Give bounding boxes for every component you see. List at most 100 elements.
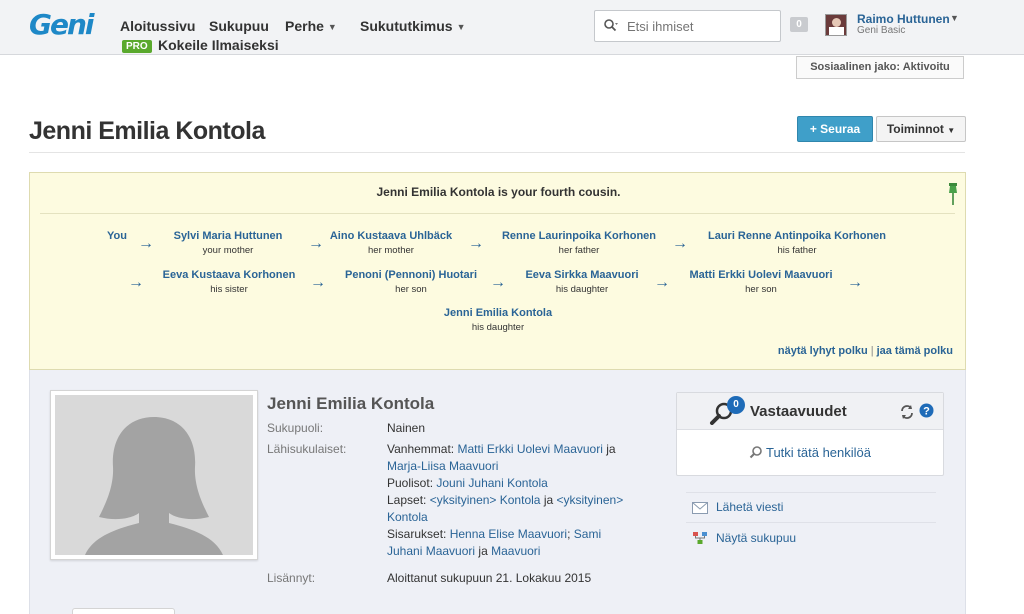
path-node-role: your mother — [202, 245, 254, 256]
path-node[interactable]: Sylvi Maria Huttunen your mother — [174, 229, 283, 258]
relationship-links: näytä lyhyt polku | jaa tämä polku — [778, 345, 953, 357]
relatives-value: Vanhemmat: Matti Erkki Uolevi Maavuori j… — [387, 441, 637, 560]
path-node-name[interactable]: Renne Laurinpoika Korhonen — [502, 229, 656, 243]
conjunction: ja — [606, 442, 616, 456]
nav-family[interactable]: Perhe ▼ — [285, 18, 337, 34]
chevron-down-icon: ▼ — [456, 22, 466, 32]
title-divider — [29, 152, 965, 153]
notification-count-badge[interactable]: 0 — [790, 17, 808, 32]
path-node[interactable]: Eeva Sirkka Maavuori his daughter — [525, 268, 638, 297]
children-row: Lapset: <yksityinen> Kontola ja <yksityi… — [387, 492, 637, 526]
profile-name: Jenni Emilia Kontola — [267, 394, 435, 413]
nav-genealogy[interactable]: Sukututkimus ▼ — [360, 18, 466, 34]
nav-home-label: Aloitussivu — [120, 18, 196, 34]
path-node-name[interactable]: Aino Kustaava Uhlbäck — [330, 229, 452, 243]
svg-text:?: ? — [923, 406, 930, 418]
relationship-divider — [40, 213, 955, 214]
arrow-right-icon: → — [490, 274, 506, 291]
profile-tab[interactable] — [72, 608, 175, 614]
matches-count-badge: 0 — [727, 396, 745, 414]
siblings-row: Sisarukset: Henna Elise Maavuori; Sami J… — [387, 526, 637, 560]
follow-button[interactable]: + Seuraa — [797, 116, 873, 142]
path-node-role: his daughter — [555, 284, 609, 295]
path-node[interactable]: Penoni (Pennoni) Huotari her son — [345, 268, 477, 297]
pro-trial-link[interactable]: Kokeile Ilmaiseksi — [158, 37, 279, 53]
nav-family-tree[interactable]: Sukupuu — [209, 18, 269, 34]
chevron-down-icon[interactable]: ▼ — [950, 13, 959, 23]
path-node-role: her mother — [368, 245, 414, 256]
nav-family-label: Perhe — [285, 18, 324, 34]
path-node-role: his daughter — [471, 322, 525, 333]
help-icon[interactable]: ? — [919, 403, 934, 418]
path-node[interactable]: You — [107, 229, 127, 243]
search-icon — [749, 446, 762, 459]
nav-home[interactable]: Aloitussivu — [120, 18, 195, 34]
share-path-link[interactable]: jaa tämä polku — [877, 345, 953, 357]
path-node[interactable]: Aino Kustaava Uhlbäck her mother — [330, 229, 452, 258]
link-separator: | — [870, 345, 874, 357]
user-name[interactable]: Raimo Huttunen — [857, 12, 950, 26]
actions-label: Toiminnot — [886, 122, 944, 136]
path-node[interactable]: Matti Erkki Uolevi Maavuori her son — [689, 268, 832, 297]
matches-header[interactable]: 0 Vastaavuudet ? — [677, 393, 943, 430]
spouses-row: Puolisot: Jouni Juhani Kontola — [387, 475, 637, 492]
avatar-shirt — [829, 27, 844, 35]
children-label: Lapset: — [387, 493, 427, 507]
matches-title: Vastaavuudet — [750, 403, 847, 420]
top-bar: Geni Aloitussivu Sukupuu Perhe ▼ Sukututk… — [0, 0, 1024, 55]
path-node[interactable]: Lauri Renne Antinpoika Korhonen his fath… — [708, 229, 886, 258]
geni-logo[interactable]: Geni — [29, 8, 95, 41]
arrow-right-icon: → — [138, 235, 154, 252]
path-node-name[interactable]: Penoni (Pennoni) Huotari — [345, 268, 477, 282]
spouse-link[interactable]: Jouni Juhani Kontola — [436, 476, 547, 490]
chevron-down-icon: ▼ — [327, 22, 337, 32]
arrow-right-icon: → — [310, 274, 326, 291]
path-node[interactable]: Jenni Emilia Kontola his daughter — [444, 306, 552, 335]
search-input[interactable] — [627, 17, 772, 35]
page-title: Jenni Emilia Kontola — [29, 117, 265, 145]
show-short-path-link[interactable]: näytä lyhyt polku — [778, 345, 868, 357]
family-tree-icon — [693, 532, 707, 544]
user-plan: Geni Basic — [857, 25, 906, 36]
arrow-right-icon: → — [468, 235, 484, 252]
research-person-label: Tutki tätä henkilöä — [765, 445, 872, 460]
profile-photo[interactable] — [50, 390, 258, 560]
child-link[interactable]: <yksityinen> Kontola — [430, 493, 541, 507]
path-node-name[interactable]: Sylvi Maria Huttunen — [174, 229, 283, 243]
path-node-name[interactable]: Lauri Renne Antinpoika Korhonen — [708, 229, 886, 243]
send-message-link[interactable]: Lähetä viesti — [716, 500, 783, 514]
sibling-link[interactable]: Maavuori — [491, 544, 540, 558]
path-node-name[interactable]: Eeva Sirkka Maavuori — [525, 268, 638, 282]
search-box[interactable] — [594, 10, 781, 42]
parents-label: Vanhemmat: — [387, 442, 455, 456]
social-share-button[interactable]: Sosiaalinen jako: Aktivoitu — [796, 56, 964, 79]
parent-link[interactable]: Matti Erkki Uolevi Maavuori — [458, 442, 603, 456]
side-divider — [686, 492, 936, 493]
arrow-right-icon: → — [672, 235, 688, 252]
path-node-name[interactable]: You — [107, 229, 127, 243]
relationship-path-panel: Jenni Emilia Kontola is your fourth cous… — [29, 172, 966, 370]
parent-link[interactable]: Marja-Liisa Maavuori — [387, 459, 498, 473]
nav-family-tree-label: Sukupuu — [209, 18, 269, 34]
research-person-link[interactable]: Tutki tätä henkilöä — [677, 445, 943, 460]
sibling-link[interactable]: Henna Elise Maavuori — [450, 527, 567, 541]
path-node-role: his father — [777, 245, 817, 256]
path-node[interactable]: Renne Laurinpoika Korhonen her father — [502, 229, 656, 258]
path-node-name[interactable]: Matti Erkki Uolevi Maavuori — [689, 268, 832, 282]
chevron-down-icon: ▼ — [947, 126, 956, 135]
show-family-tree-link[interactable]: Näytä sukupuu — [716, 531, 796, 545]
arrow-right-icon: → — [654, 274, 670, 291]
refresh-icon[interactable] — [899, 404, 915, 420]
relationship-headline: Jenni Emilia Kontola is your fourth cous… — [376, 185, 621, 199]
path-node[interactable]: Eeva Kustaava Korhonen his sister — [163, 268, 296, 297]
actions-dropdown-button[interactable]: Toiminnot ▼ — [876, 116, 966, 142]
pin-icon[interactable] — [947, 181, 959, 207]
side-divider — [686, 522, 936, 523]
path-node-name[interactable]: Eeva Kustaava Korhonen — [163, 268, 296, 282]
path-node-name[interactable]: Jenni Emilia Kontola — [444, 306, 552, 320]
conjunction: ja — [543, 493, 554, 507]
female-silhouette-icon — [85, 417, 223, 555]
arrow-right-icon: → — [128, 274, 144, 291]
user-avatar[interactable] — [825, 14, 847, 36]
pro-badge[interactable]: PRO — [122, 40, 152, 53]
